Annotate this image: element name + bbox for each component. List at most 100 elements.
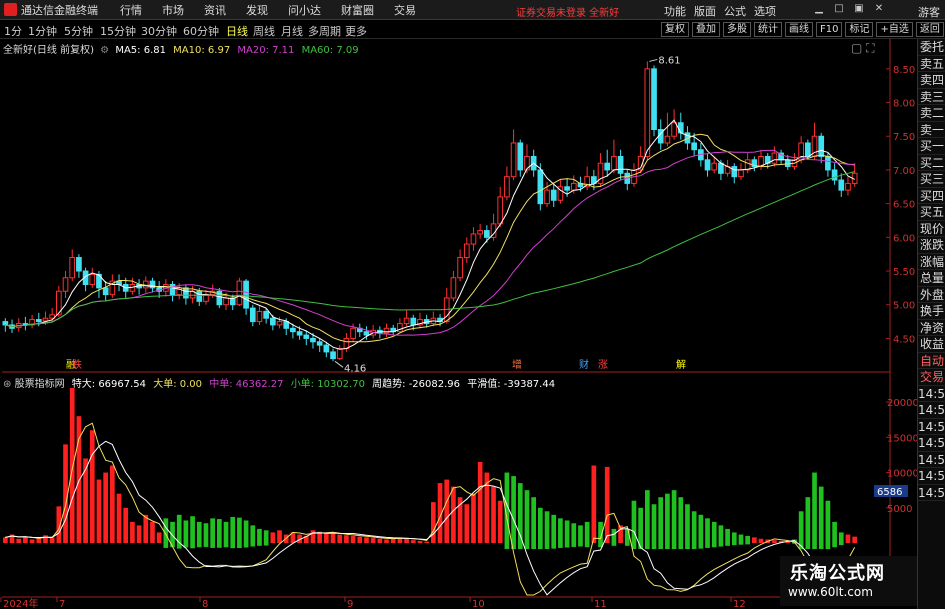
candle-down (35, 319, 42, 323)
indicator-bar (852, 536, 857, 543)
side-item-4[interactable]: 卖二 (918, 105, 945, 122)
indicator-bar-negative (711, 521, 717, 543)
indicator-bar (451, 486, 456, 543)
indicator-bar (364, 537, 369, 543)
side-item-6[interactable]: 买一 (918, 138, 945, 155)
indicator-bar-negative (163, 518, 169, 543)
candle-down (169, 284, 176, 296)
candle-down (617, 155, 624, 174)
indicator-bar (531, 543, 536, 549)
candle-up (256, 310, 263, 323)
side-item-20[interactable]: 交易 (918, 369, 945, 386)
watermark: 乐淘公式网 www.60lt.com (780, 556, 917, 606)
indicator-bar-negative (805, 497, 811, 543)
x-axis-label: 10 (472, 599, 485, 609)
candle-up (544, 189, 550, 205)
indicator-bar (604, 466, 610, 543)
x-axis-label: 9 (347, 599, 353, 609)
side-item-17[interactable]: 净资 (918, 320, 945, 336)
indicator-bar (230, 543, 236, 549)
indicator-bar (3, 537, 8, 543)
side-item-2[interactable]: 卖四 (918, 72, 945, 89)
indicator-bar-negative (705, 518, 710, 543)
side-item-7[interactable]: 买二 (918, 155, 945, 171)
side-item-8[interactable]: 买三 (918, 171, 945, 188)
side-item-5[interactable]: 卖一 (918, 122, 945, 138)
candle-down (704, 159, 711, 171)
candle-up (403, 317, 410, 325)
indicator-bar (277, 530, 282, 543)
side-item-25[interactable]: 14:55 (918, 452, 945, 468)
indicator-bar (310, 530, 316, 543)
candle-down (263, 310, 269, 319)
indicator-bar (337, 534, 343, 543)
indicator-bar (431, 502, 436, 543)
bell-icon[interactable]: ▢ (851, 41, 862, 55)
sub-y-tick-label: 15000 (887, 433, 919, 444)
side-item-18[interactable]: 收益 (918, 336, 945, 353)
indicator-bar (738, 543, 744, 545)
side-item-13[interactable]: 涨幅 (918, 254, 945, 270)
indicator-bar (237, 543, 242, 549)
indicator-bar-negative (825, 500, 831, 543)
side-item-3[interactable]: 卖三 (918, 89, 945, 105)
indicator-bar-negative (517, 483, 523, 543)
candle-up (738, 169, 744, 178)
candle-down (691, 142, 697, 151)
side-item-15[interactable]: 外盘 (918, 287, 945, 303)
candle-up (89, 273, 96, 285)
side-item-16[interactable]: 换手 (918, 303, 945, 320)
candle-down (296, 331, 303, 336)
sub-y-tick-label: 20000 (887, 398, 919, 409)
side-item-23[interactable]: 14:55 (918, 419, 945, 435)
side-item-24[interactable]: 14:55 (918, 435, 945, 452)
side-item-9[interactable]: 买四 (918, 188, 945, 204)
side-item-11[interactable]: 现价 (918, 221, 945, 237)
side-item-10[interactable]: 买五 (918, 204, 945, 221)
candle-down (838, 179, 845, 191)
candle-down (537, 169, 544, 205)
stock-chart[interactable]: 8.614.16融跌增财涨解 8.508.007.507.006.506.005… (0, 0, 945, 609)
indicator-bar-negative (578, 525, 583, 543)
side-item-26[interactable]: 14:55 (918, 468, 945, 485)
zhongdan-label: 中单: 46362.27 (209, 379, 284, 390)
indicator-bar (758, 538, 764, 543)
event-marker: 增 (512, 358, 522, 371)
main-y-tick-label: 7.50 (893, 132, 915, 143)
side-item-1[interactable]: 卖五 (918, 56, 945, 72)
side-item-14[interactable]: 总量 (918, 270, 945, 287)
side-item-12[interactable]: 涨跌 (918, 237, 945, 254)
side-item-19[interactable]: 自动 (918, 353, 945, 369)
indicator-bar (805, 543, 811, 549)
side-item-0[interactable]: 委托 (918, 39, 945, 56)
indicator-bar (678, 543, 684, 549)
indicator-bar (745, 543, 750, 545)
indicator-bar (517, 543, 523, 549)
candle-up (504, 176, 510, 198)
side-item-22[interactable]: 14:55 (918, 402, 945, 419)
indicator-bar-negative (611, 528, 617, 543)
indicator-bar-negative (671, 490, 677, 543)
settings-gear-icon[interactable]: ⚙ (100, 45, 109, 56)
indicator-bar-negative (731, 532, 737, 543)
indicator-bar-negative (691, 511, 697, 543)
indicator-bar-negative (718, 525, 724, 543)
candle-up (62, 277, 69, 292)
candle-up (497, 196, 504, 225)
expand-icon[interactable]: ⛶ (866, 41, 874, 55)
x-axis-label: 7 (59, 599, 65, 609)
dadan-label: 大单: 0.00 (153, 379, 203, 390)
side-item-21[interactable]: 14:55 (918, 386, 945, 402)
price-annotation-label: 8.61 (658, 55, 680, 66)
indicator-bar-negative (531, 497, 536, 543)
indicator-bar (196, 543, 202, 548)
candle-up (711, 162, 718, 171)
sub-gear-icon[interactable]: ⊛ (3, 379, 11, 390)
price-annotation-line (334, 360, 344, 368)
indicator-bar-negative (558, 518, 563, 543)
side-item-27[interactable]: 14:55 (918, 485, 945, 501)
candle-down (310, 337, 316, 343)
indicator-bar (477, 461, 483, 543)
indicator-bar (63, 444, 68, 543)
indicator-bar (544, 543, 550, 549)
